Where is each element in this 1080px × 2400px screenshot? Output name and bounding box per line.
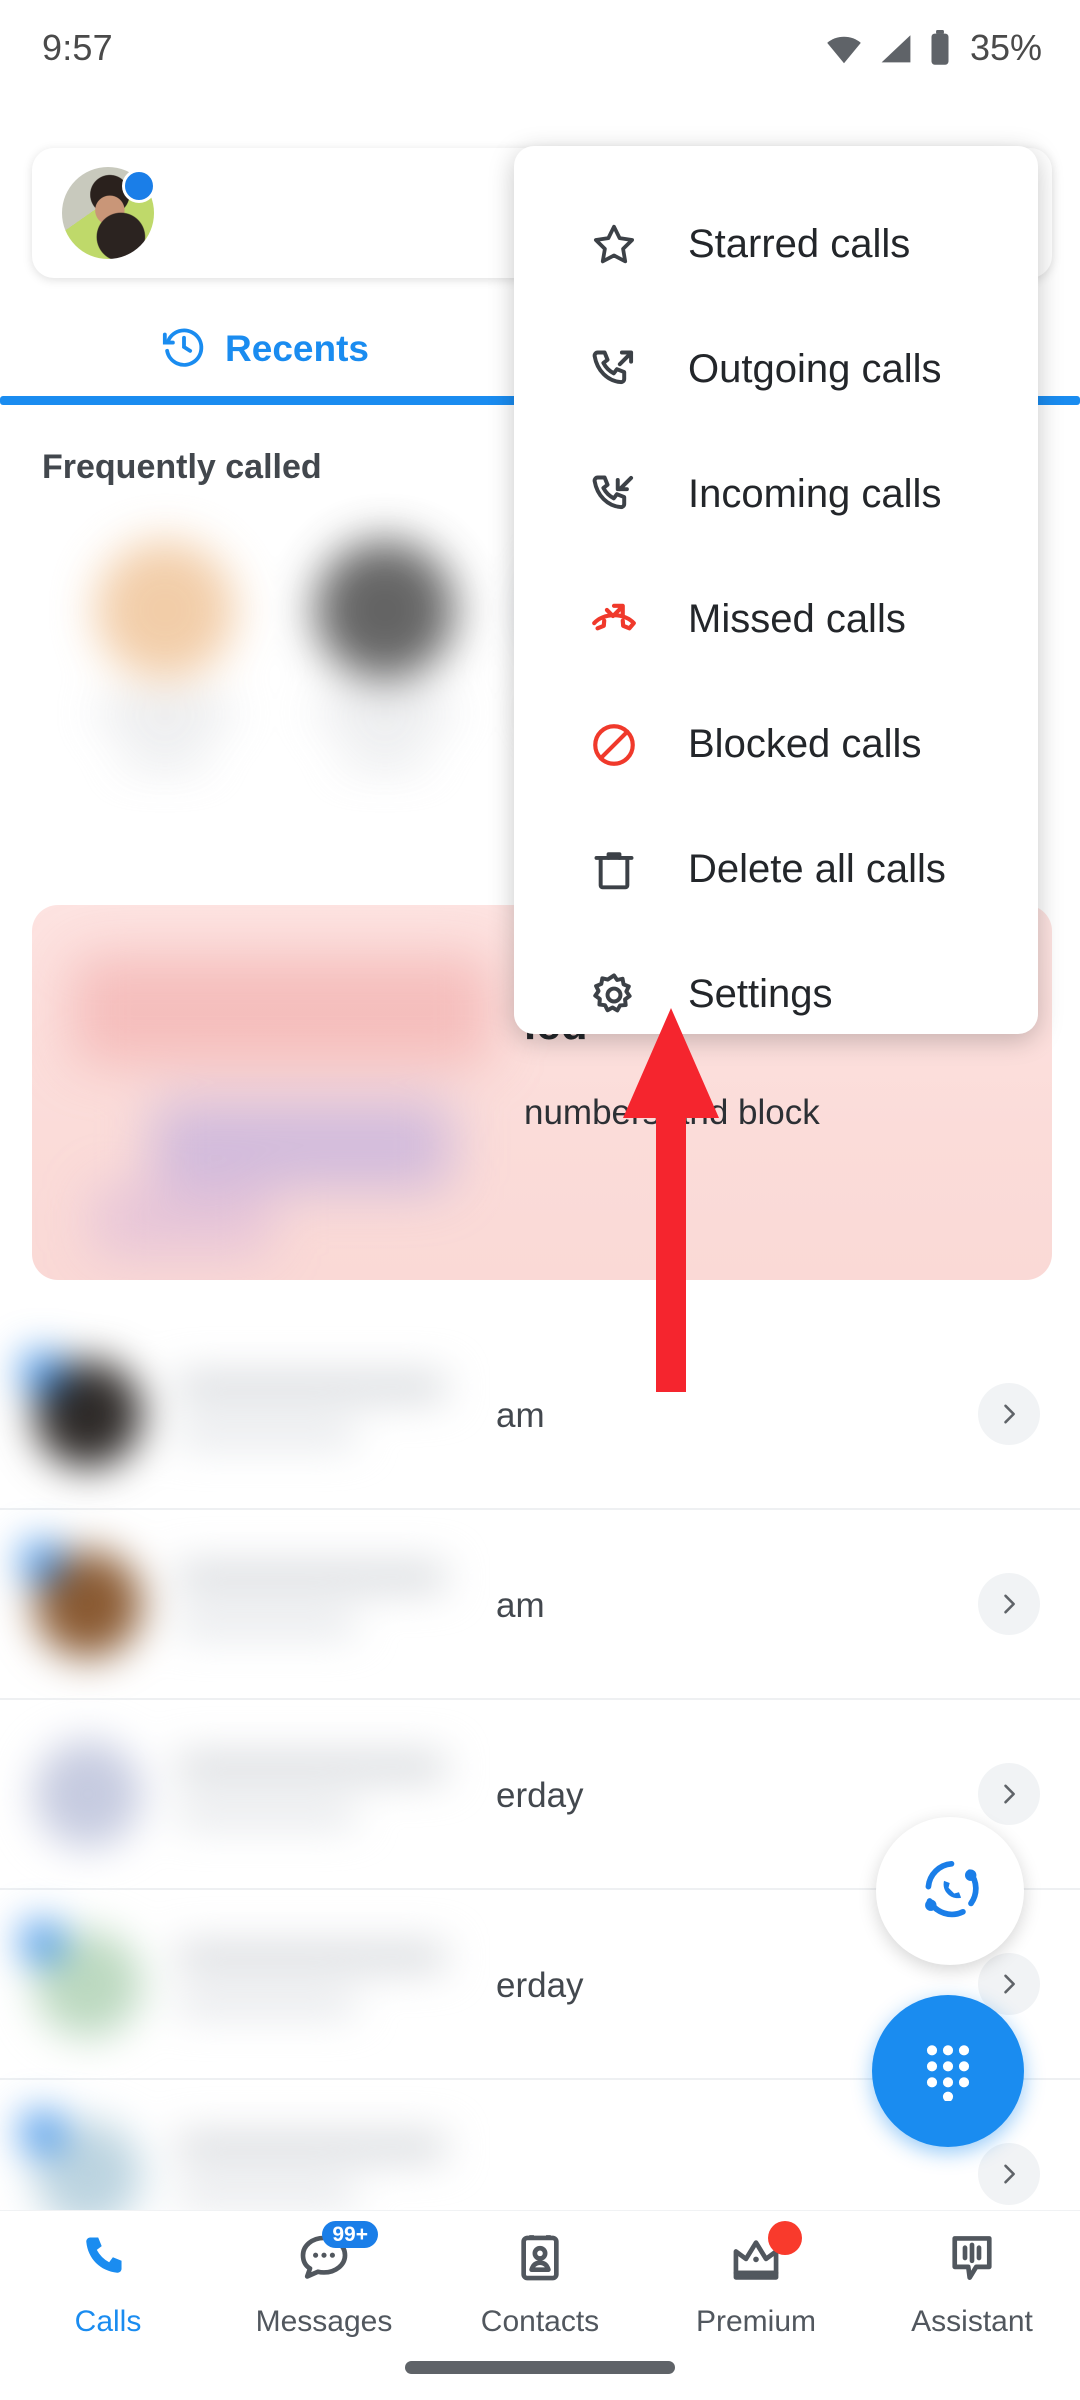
nav-item-label: Assistant bbox=[911, 2305, 1033, 2338]
avatar[interactable] bbox=[62, 167, 156, 259]
verified-badge bbox=[22, 2112, 62, 2152]
menu-item-blocked-calls[interactable]: Blocked calls bbox=[514, 682, 1038, 807]
menu-item-label: Incoming calls bbox=[688, 472, 942, 516]
call-row-blurred-contact bbox=[0, 1320, 560, 1508]
nav-item-premium[interactable]: Premium bbox=[648, 2221, 864, 2339]
contact-name-placeholder bbox=[176, 1754, 446, 1780]
call-meta-placeholder bbox=[176, 2184, 356, 2204]
premium-alert-dot bbox=[768, 2221, 802, 2255]
bottom-navigation: Calls 99+ Messages Contacts Premium Assi… bbox=[0, 2210, 1080, 2400]
call-row-blurred-contact bbox=[0, 1510, 560, 1698]
tab-recents-label: Recents bbox=[225, 328, 369, 369]
menu-item-starred-calls[interactable]: Starred calls bbox=[514, 182, 1038, 307]
list-item[interactable] bbox=[280, 540, 490, 820]
call-time: am bbox=[496, 1396, 545, 1435]
message-icon: 99+ bbox=[296, 2221, 378, 2291]
nav-item-calls[interactable]: Calls bbox=[0, 2225, 216, 2339]
menu-item-missed-calls[interactable]: Missed calls bbox=[514, 557, 1038, 682]
dialpad-fab[interactable] bbox=[872, 1995, 1024, 2147]
call-meta-placeholder bbox=[176, 1424, 356, 1444]
history-icon bbox=[161, 324, 207, 375]
assistant-icon bbox=[944, 2225, 1000, 2291]
tab-recents[interactable]: Recents bbox=[0, 300, 530, 398]
dialpad-icon bbox=[916, 2037, 980, 2106]
list-item[interactable] bbox=[60, 540, 270, 820]
menu-item-outgoing-calls[interactable]: Outgoing calls bbox=[514, 307, 1038, 432]
wifi-icon bbox=[824, 32, 864, 64]
contact-name-placeholder bbox=[176, 2134, 446, 2160]
menu-item-delete-all-calls[interactable]: Delete all calls bbox=[514, 807, 1038, 932]
crown-icon bbox=[728, 2221, 802, 2291]
unread-badge: 99+ bbox=[322, 2221, 378, 2248]
chevron-right-icon[interactable] bbox=[978, 1383, 1040, 1445]
status-icons: 35% bbox=[824, 27, 1042, 69]
call-outgoing-icon bbox=[588, 345, 640, 395]
star-icon bbox=[588, 220, 640, 270]
promo-shape bbox=[92, 1185, 272, 1255]
call-missed-icon bbox=[588, 595, 640, 645]
verified-badge bbox=[22, 1542, 62, 1582]
menu-item-label: Starred calls bbox=[688, 222, 911, 266]
call-incoming-icon bbox=[588, 470, 640, 520]
table-row[interactable]: am bbox=[0, 1320, 1080, 1508]
contact-avatar bbox=[34, 1740, 142, 1848]
promo-shape bbox=[72, 955, 492, 1065]
menu-item-label: Outgoing calls bbox=[688, 347, 942, 391]
call-share-fab[interactable] bbox=[876, 1817, 1024, 1965]
home-indicator[interactable] bbox=[405, 2361, 675, 2374]
contact-name-placeholder bbox=[320, 702, 450, 724]
annotation-arrow-icon bbox=[616, 1000, 726, 1405]
menu-item-label: Delete all calls bbox=[688, 847, 946, 891]
call-meta-placeholder bbox=[176, 1614, 356, 1634]
menu-item-settings[interactable]: Settings bbox=[514, 932, 1038, 1057]
verified-badge bbox=[22, 1352, 62, 1392]
contact-sub-placeholder bbox=[343, 746, 427, 764]
call-meta-placeholder bbox=[176, 1994, 356, 2014]
trash-icon bbox=[588, 845, 640, 895]
nav-item-assistant[interactable]: Assistant bbox=[864, 2225, 1080, 2339]
contact-sub-placeholder bbox=[123, 746, 207, 764]
call-time: am bbox=[496, 1586, 545, 1625]
chevron-right-icon[interactable] bbox=[978, 1763, 1040, 1825]
phone-screen: 9:57 35% true bbox=[0, 0, 1080, 2400]
frequently-called-title: Frequently called bbox=[42, 448, 322, 486]
menu-item-label: Blocked calls bbox=[688, 722, 922, 766]
contact-avatar bbox=[95, 540, 235, 680]
status-bar: 9:57 35% bbox=[0, 0, 1080, 95]
battery-percent: 35% bbox=[969, 26, 1042, 68]
call-row-blurred-contact bbox=[0, 1890, 560, 2078]
contact-name-placeholder bbox=[176, 1944, 446, 1970]
call-time: erday bbox=[496, 1776, 584, 1815]
nav-item-label: Premium bbox=[695, 2305, 816, 2338]
nav-item-label: Contacts bbox=[480, 2305, 600, 2338]
contact-avatar bbox=[315, 540, 455, 680]
nav-item-label: Messages bbox=[255, 2305, 393, 2338]
table-row[interactable]: am bbox=[0, 1510, 1080, 1698]
menu-item-incoming-calls[interactable]: Incoming calls bbox=[514, 432, 1038, 557]
nav-item-label: Calls bbox=[74, 2305, 142, 2338]
contacts-icon bbox=[512, 2225, 568, 2291]
contact-name-placeholder bbox=[176, 1374, 446, 1400]
promo-shape bbox=[152, 1100, 452, 1190]
phone-icon bbox=[80, 2225, 136, 2291]
menu-item-label: Missed calls bbox=[688, 597, 906, 641]
block-icon bbox=[588, 720, 640, 770]
chevron-right-icon[interactable] bbox=[978, 1573, 1040, 1635]
call-row-blurred-contact bbox=[0, 1700, 560, 1888]
contact-name-placeholder bbox=[176, 1564, 446, 1590]
call-meta-placeholder bbox=[176, 1804, 356, 1824]
overflow-menu: Starred calls Outgoing calls Incoming ca… bbox=[514, 146, 1038, 1034]
nav-item-messages[interactable]: 99+ Messages bbox=[216, 2221, 432, 2339]
call-share-icon bbox=[914, 1853, 986, 1930]
cellular-signal-icon bbox=[878, 32, 914, 64]
chevron-right-icon[interactable] bbox=[978, 2143, 1040, 2205]
call-time: erday bbox=[496, 1966, 584, 2005]
online-badge bbox=[122, 169, 156, 203]
status-time: 9:57 bbox=[42, 26, 113, 68]
nav-item-contacts[interactable]: Contacts bbox=[432, 2225, 648, 2339]
contact-name-placeholder bbox=[100, 702, 230, 724]
battery-icon bbox=[928, 29, 952, 66]
verified-badge bbox=[22, 1922, 62, 1962]
